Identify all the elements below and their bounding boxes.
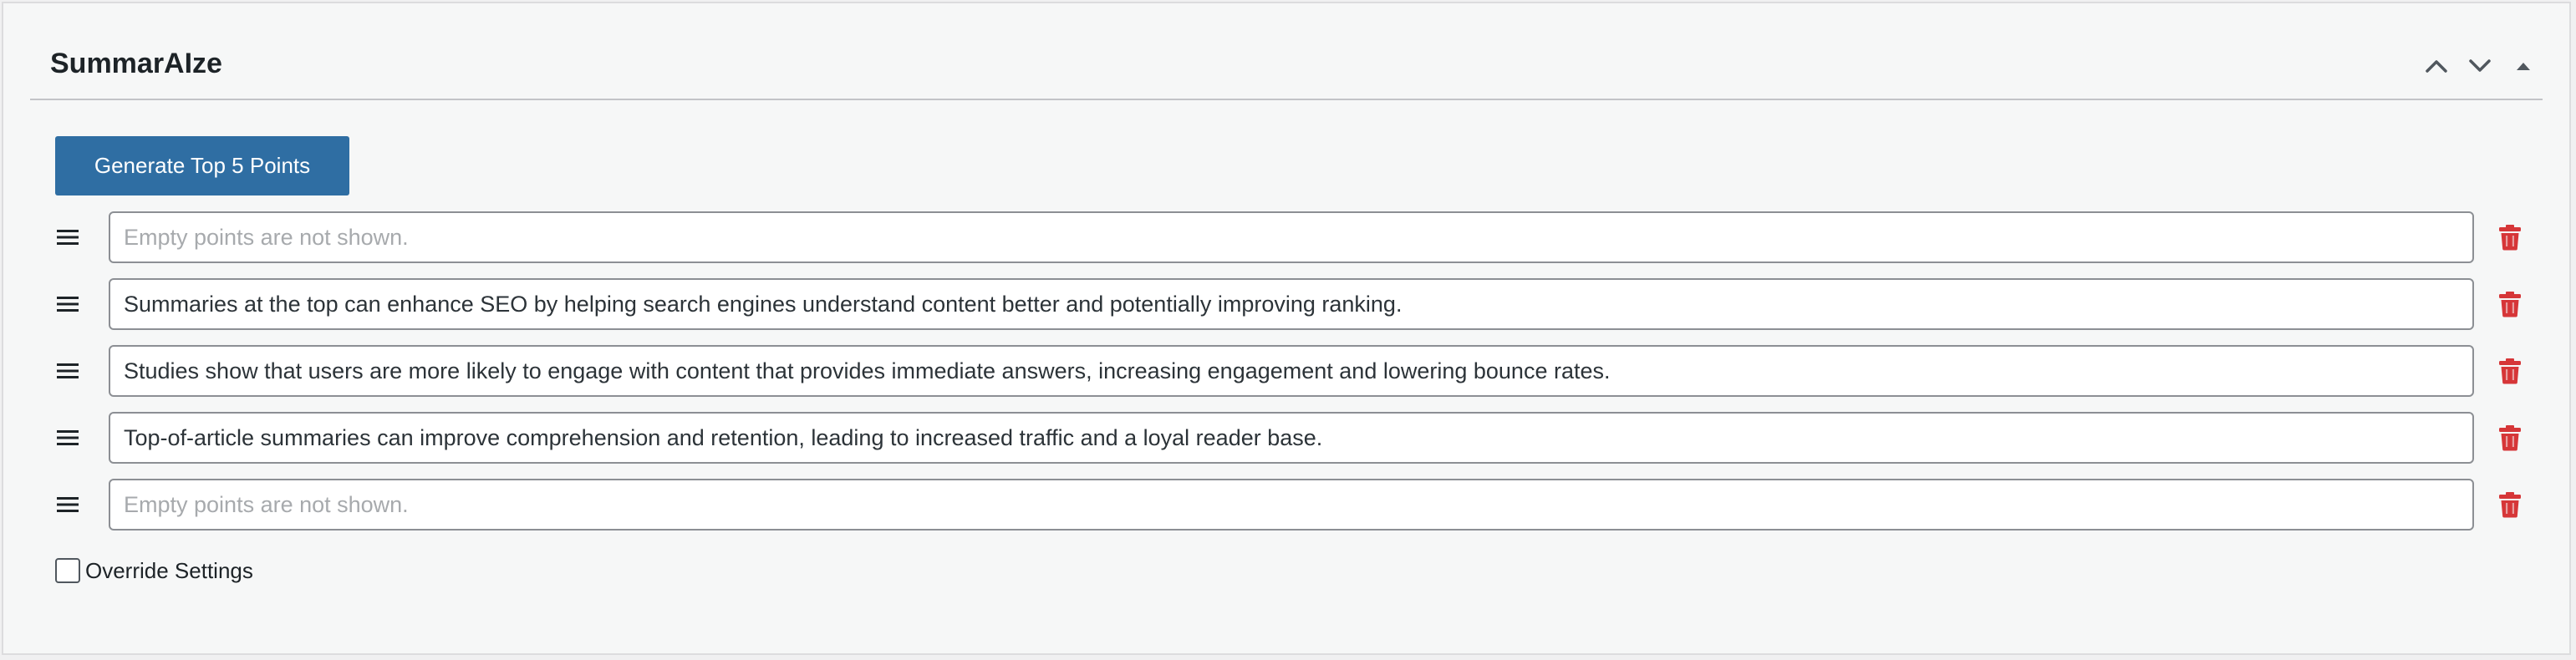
delete-point-button[interactable] (2494, 489, 2526, 520)
override-settings-row: Override Settings (55, 556, 253, 585)
drag-handle-icon[interactable] (55, 425, 80, 450)
point-row (53, 278, 2536, 330)
point-input[interactable] (109, 479, 2474, 531)
delete-point-button[interactable] (2494, 288, 2526, 320)
chevron-up-icon (2426, 60, 2447, 73)
delete-point-button[interactable] (2494, 422, 2526, 454)
move-down-button[interactable] (2461, 47, 2499, 85)
point-row (53, 479, 2536, 531)
override-settings-checkbox[interactable] (55, 558, 80, 583)
trash-icon (2499, 358, 2521, 384)
drag-handle-icon[interactable] (55, 492, 80, 517)
trash-icon (2499, 425, 2521, 451)
move-up-button[interactable] (2417, 47, 2456, 85)
drag-handle-icon[interactable] (55, 292, 80, 317)
triangle-up-icon (2517, 63, 2530, 70)
drag-handle-icon[interactable] (55, 225, 80, 250)
point-row (53, 412, 2536, 464)
trash-icon (2499, 492, 2521, 518)
point-input[interactable] (109, 211, 2474, 263)
toggle-panel-button[interactable] (2504, 47, 2543, 85)
point-row (53, 345, 2536, 397)
point-input[interactable] (109, 412, 2474, 464)
point-row (53, 211, 2536, 263)
trash-icon (2499, 225, 2521, 251)
header-actions (2417, 47, 2543, 85)
point-input[interactable] (109, 278, 2474, 330)
panel-header: SummarAIze (30, 3, 2543, 100)
delete-point-button[interactable] (2494, 221, 2526, 253)
panel-title: SummarAIze (50, 48, 222, 79)
drag-handle-icon[interactable] (55, 358, 80, 383)
summaraize-panel: SummarAIze Generate Top 5 Points Overr (2, 2, 2571, 655)
trash-icon (2499, 292, 2521, 317)
generate-top-points-button[interactable]: Generate Top 5 Points (55, 136, 349, 195)
chevron-down-icon (2469, 59, 2491, 72)
delete-point-button[interactable] (2494, 355, 2526, 387)
override-settings-label[interactable]: Override Settings (85, 558, 253, 584)
point-input[interactable] (109, 345, 2474, 397)
